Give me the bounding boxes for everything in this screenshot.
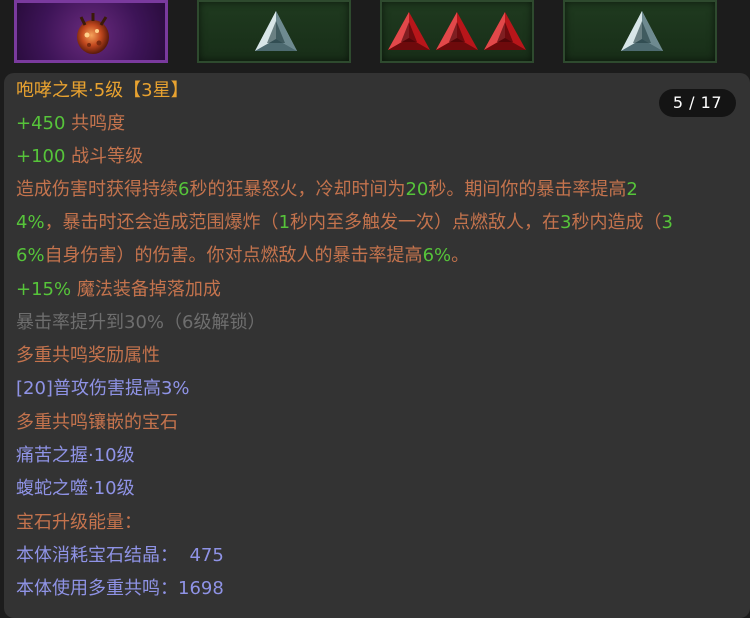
desc-number: 6% xyxy=(422,245,452,266)
inlaid-gems-heading: 多重共鸣镶嵌的宝石 xyxy=(16,412,178,433)
stat-value: +450 xyxy=(16,113,66,134)
stat-label: 共鸣度 xyxy=(65,113,126,134)
gem-slot-fruit[interactable] xyxy=(14,0,168,63)
upgrade-energy-heading: 宝石升级能量： xyxy=(16,512,142,533)
gem-title: 咆哮之果·5级【3星】 xyxy=(16,80,189,101)
gem-slot-4[interactable] xyxy=(563,0,717,63)
inlaid-gem-item: 痛苦之握·10级 xyxy=(16,445,135,466)
energy-label: 本体使用多重共鸣： xyxy=(16,578,178,599)
gem-slot-3[interactable] xyxy=(380,0,534,63)
stat-combat-level: +100 战斗等级 xyxy=(16,146,143,168)
stat-value: +15% xyxy=(16,279,72,300)
silver-triangle-gem-icon xyxy=(255,11,297,51)
desc-text: ，暴击时还会造成范围爆炸（ xyxy=(44,212,279,233)
red-triangle-gem-icon xyxy=(484,12,526,50)
stat-drop-bonus: +15% 魔法装备掉落加成 xyxy=(16,279,221,301)
effect-description-line: 造成伤害时获得持续6秒的狂暴怒火，冷却时间为20秒。期间你的暴击率提高2 xyxy=(16,179,638,201)
multi-resonance-heading: 多重共鸣奖励属性 xyxy=(16,345,160,366)
stat-label: 魔法装备掉落加成 xyxy=(71,279,221,300)
desc-number: 6% xyxy=(16,245,45,266)
silver-triangle-gem-icon xyxy=(621,11,663,51)
effect-description-line: 6%自身伤害）的伤害。你对点燃敌人的暴击率提高6%。 xyxy=(16,245,469,267)
desc-number: 2 xyxy=(626,179,638,200)
desc-number: 20 xyxy=(405,179,429,200)
desc-text: 。 xyxy=(451,245,470,266)
stat-resonance: +450 共鸣度 xyxy=(16,113,125,135)
fruit-gem-icon xyxy=(77,13,109,54)
energy-value: 1698 xyxy=(178,578,224,599)
red-triangle-gem-icon xyxy=(388,12,430,50)
stat-value: +100 xyxy=(16,146,66,167)
desc-number: 3 xyxy=(661,212,673,233)
gem-slot-2[interactable] xyxy=(197,0,351,63)
red-triangle-gem-icon xyxy=(436,12,478,50)
desc-text: 造成伤害时获得持续 xyxy=(16,179,178,200)
desc-text: 秒内造成（ xyxy=(571,212,662,233)
multi-resonance-bonus: [20]普攻伤害提高3% xyxy=(16,378,190,399)
stat-label: 战斗等级 xyxy=(65,146,144,167)
energy-value: 475 xyxy=(189,545,224,566)
desc-number: 1 xyxy=(278,212,291,233)
desc-number: 4% xyxy=(16,212,45,233)
inlaid-gem-item: 蝮蛇之噬·10级 xyxy=(16,478,135,499)
desc-text: 秒内至多触发一次）点燃敌人，在 xyxy=(290,212,561,233)
page-indicator[interactable]: 5 / 17 xyxy=(658,89,736,117)
energy-label: 本体消耗宝石结晶： xyxy=(16,545,178,566)
energy-multi-resonance-used: 本体使用多重共鸣：1698 xyxy=(16,578,224,600)
desc-text: 自身伤害）的伤害。你对点燃敌人的暴击率提高 xyxy=(44,245,423,266)
gem-slot-row xyxy=(0,0,750,70)
energy-crystal-consumed: 本体消耗宝石结晶： 475 xyxy=(16,545,224,567)
locked-bonus: 暴击率提升到30%（6级解锁） xyxy=(16,312,266,333)
effect-description-line: 4%，暴击时还会造成范围爆炸（1秒内至多触发一次）点燃敌人，在3秒内造成（3 xyxy=(16,212,673,234)
desc-number: 3 xyxy=(560,212,572,233)
desc-number: 6 xyxy=(178,179,190,200)
desc-text: 秒。期间你的暴击率提高 xyxy=(428,179,627,200)
desc-text: 秒的狂暴怒火，冷却时间为 xyxy=(189,179,406,200)
